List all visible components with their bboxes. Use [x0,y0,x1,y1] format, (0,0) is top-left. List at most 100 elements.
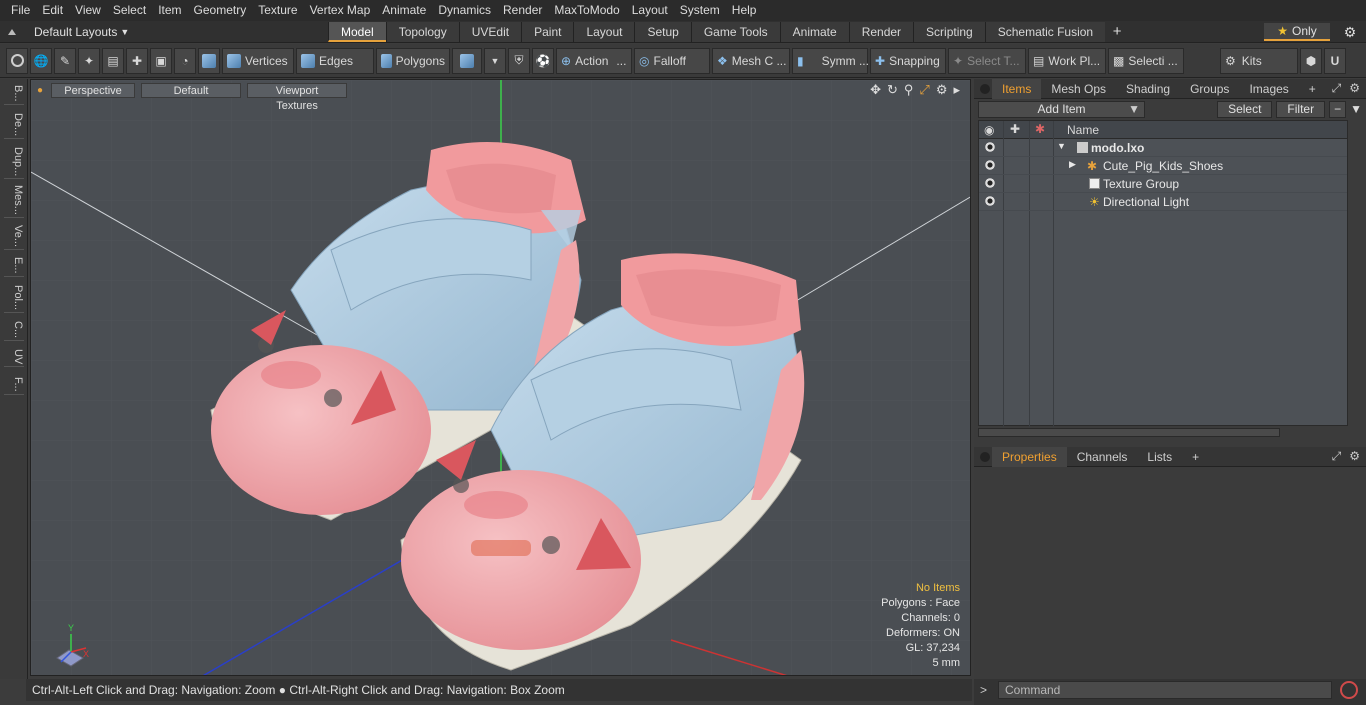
select-circle-button[interactable] [6,47,28,74]
expand-icon[interactable]: ⤢ [1332,449,1342,464]
zoom-icon[interactable]: ⚲ [904,82,914,98]
viewport-gear-icon[interactable]: ⚙ [936,82,948,98]
panel-menu-dot-icon[interactable] [980,83,990,94]
gear-icon[interactable]: ⚙ [1340,23,1360,41]
select-button[interactable]: Select [1217,100,1273,118]
menu-item[interactable]: Item [152,0,187,21]
tab-uvedit[interactable]: UVEdit [458,22,522,42]
menu-maxtomodo[interactable]: MaxToModo [548,0,625,21]
tab-properties[interactable]: Properties [992,446,1067,467]
tab-lists[interactable]: Lists [1137,447,1182,467]
tab-items[interactable]: Items [992,78,1042,99]
rotate-icon[interactable]: ↻ [887,82,898,98]
tab-channels[interactable]: Channels [1067,447,1138,467]
collapse-up-icon[interactable] [8,29,16,35]
globe-button[interactable]: 🌐 [30,47,52,74]
panel-gear-icon[interactable]: ⚙ [1349,449,1360,464]
menu-dynamics[interactable]: Dynamics [432,0,497,21]
only-toggle[interactable]: ★ Only [1264,23,1330,41]
tree-row-light[interactable]: ☀ Directional Light [979,193,1347,211]
snapping-button[interactable]: ✚ Snapping [870,47,946,74]
mesh-constraint-button[interactable]: ❖ Mesh C ... [712,47,790,74]
menu-view[interactable]: View [69,0,107,21]
vertices-button[interactable]: Vertices [222,47,294,74]
tab-paint[interactable]: Paint [521,22,574,42]
move-icon[interactable]: ✥ [870,82,881,98]
edges-button[interactable]: Edges [296,47,374,74]
tab-model[interactable]: Model [328,22,386,42]
tab-schematic-fusion[interactable]: Schematic Fusion [984,22,1106,42]
items-scrollbar[interactable] [978,428,1280,437]
strip-tab-duplicate[interactable]: Dup... [4,145,24,180]
tab-mesh-ops[interactable]: Mesh Ops [1041,79,1116,99]
polygons-button[interactable]: Polygons [376,47,450,74]
align-button[interactable]: ▤ [102,47,124,74]
expand-arrow-icon[interactable]: ▸ [953,82,960,98]
strip-tab-deform[interactable]: De... [4,111,24,140]
eye-icon[interactable] [984,160,996,170]
soccer-button[interactable]: ⚽ [532,47,554,74]
add-tab-icon[interactable]: + [1105,22,1129,42]
tab-animate[interactable]: Animate [779,22,849,42]
add-panel-tab-icon[interactable]: + [1182,447,1209,467]
menu-geometry[interactable]: Geometry [188,0,253,21]
tab-setup[interactable]: Setup [634,22,691,42]
filter-button[interactable]: Filter [1276,100,1326,118]
tab-render[interactable]: Render [848,22,914,42]
menu-layout[interactable]: Layout [626,0,674,21]
select-through-button[interactable]: ✦ Select T... [948,47,1026,74]
expand-right-icon[interactable]: ▶ [1069,159,1076,170]
record-icon[interactable] [1340,681,1358,699]
transform-button[interactable]: ✚ [126,47,148,74]
menu-select[interactable]: Select [107,0,152,21]
tab-scripting[interactable]: Scripting [913,22,985,42]
kits-button[interactable]: ⚙ Kits [1220,47,1298,74]
menu-animate[interactable]: Animate [376,0,432,21]
strip-tab-uv[interactable]: UV [4,347,24,368]
items-mode-button[interactable] [198,47,220,74]
add-panel-tab-icon[interactable]: + [1299,79,1326,99]
menu-texture[interactable]: Texture [252,0,303,21]
add-item-button[interactable]: Add Item ▼ [978,100,1146,118]
collapse-button[interactable]: − [1329,100,1347,118]
strip-tab-vertex[interactable]: Ve... [4,223,24,251]
tree-row-mesh[interactable]: ▶ ✱ Cute_Pig_Kids_Shoes [979,157,1347,175]
layout-selector[interactable]: Default Layouts ▼ [8,23,328,41]
action-center-button[interactable]: ⊕ Action... [556,47,632,74]
eye-icon[interactable] [984,142,996,152]
symmetry-button[interactable]: ▮ Symm ... [792,47,869,74]
eye-icon[interactable] [984,196,996,206]
menu-file[interactable]: File [5,0,36,21]
material-button[interactable] [452,47,482,74]
menu-vertex-map[interactable]: Vertex Map [304,0,377,21]
tab-topology[interactable]: Topology [385,22,459,42]
viewport-textures-button[interactable]: Viewport Textures [247,82,348,112]
tab-shading[interactable]: Shading [1116,79,1180,99]
shading-button[interactable]: Default [141,82,242,98]
panel-gear-icon[interactable]: ⚙ [1349,81,1360,96]
view-type-button[interactable]: Perspective [51,82,136,98]
element-button[interactable]: ▣ [150,47,172,74]
work-plane-button[interactable]: ▤ Work Pl... [1028,47,1106,74]
tree-row-texture-group[interactable]: Texture Group [979,175,1347,193]
unreal-button[interactable]: U [1324,47,1346,74]
funnel-icon[interactable]: ▼ [1350,102,1362,116]
brush-button[interactable]: ✦ [78,47,100,74]
strip-tab-curve[interactable]: C... [4,319,24,342]
menu-edit[interactable]: Edit [36,0,69,21]
strip-tab-fusion[interactable]: F... [4,375,24,395]
falloff-button[interactable]: ◎ Falloff [634,47,710,74]
timer-button[interactable]: ◔ [174,47,196,74]
dropdown-button[interactable]: ▼ [484,47,506,74]
tab-images[interactable]: Images [1239,79,1298,99]
command-input[interactable]: Command [998,681,1332,699]
3d-viewport[interactable]: ● Perspective Default Viewport Textures … [30,79,971,676]
viewport-menu-dot-icon[interactable]: ● [37,85,43,96]
name-column-header[interactable]: Name [1067,123,1099,137]
symmetry-shield-button[interactable]: ⛨ [508,47,530,74]
menu-help[interactable]: Help [726,0,763,21]
strip-tab-polygon[interactable]: Pol... [4,283,24,314]
menu-render[interactable]: Render [497,0,548,21]
unity-button[interactable]: ⬢ [1300,47,1322,74]
expand-icon[interactable]: ⤢ [1332,81,1342,96]
